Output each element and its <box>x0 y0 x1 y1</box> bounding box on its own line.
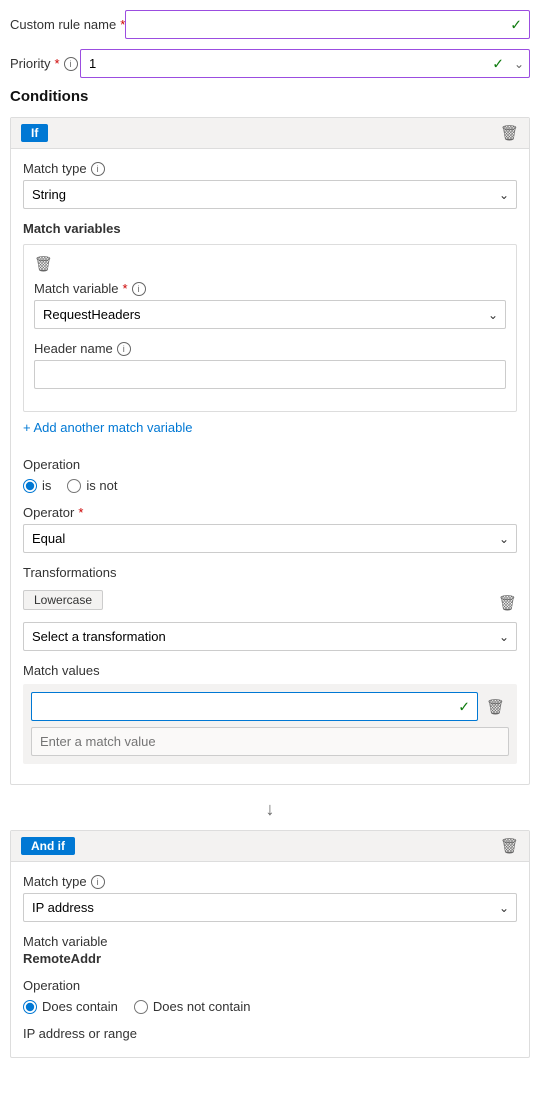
match-type-select-2[interactable]: IP address <box>23 893 517 922</box>
operation-is-not-radio[interactable] <box>67 479 81 493</box>
condition-body-2: Match type i IP address ⌄ Match variable… <box>11 862 529 1057</box>
match-type-dropdown-2[interactable]: IP address ⌄ <box>23 893 517 922</box>
transformation-select[interactable]: Select a transformation <box>23 622 517 651</box>
match-variables-label: Match variables <box>23 221 517 236</box>
transformation-chip-lowercase: Lowercase <box>23 590 103 610</box>
match-type-label: Match type i <box>23 161 517 176</box>
arrow-down-icon: ↓ <box>266 799 275 820</box>
condition-block-1: If 🗑 Match type i String ⌄ <box>10 117 530 785</box>
match-values-section: Match values restricted.xyz.com ✓ 🗑 <box>23 663 517 764</box>
operator-select[interactable]: Equal <box>23 524 517 553</box>
match-type-group-2: Match type i IP address ⌄ <box>23 874 517 922</box>
match-variable-required: * <box>123 281 128 296</box>
match-variable-dropdown[interactable]: RequestHeaders ⌄ <box>34 300 506 329</box>
match-variable-item-1: 🗑 Match variable * i RequestHead <box>23 244 517 412</box>
transformations-label: Transformations <box>23 565 116 580</box>
operation-label: Operation <box>23 457 517 472</box>
match-variables-section: Match variables 🗑 Match variable * i <box>23 221 517 449</box>
header-name-info-icon[interactable]: i <box>117 342 131 356</box>
match-values-label: Match values <box>23 663 517 678</box>
priority-row: Priority * i 1 ✓ ⌄ <box>10 49 530 78</box>
transformations-header: Transformations <box>23 565 517 584</box>
operation-does-not-contain-option[interactable]: Does not contain <box>134 999 251 1014</box>
custom-rule-name-row: Custom rule name * WhitelistRestrictedSi… <box>10 10 530 39</box>
operation-is-not-option[interactable]: is not <box>67 478 117 493</box>
custom-rule-name-input[interactable]: WhitelistRestrictedSite <box>125 10 530 39</box>
operation-section-2: Operation Does contain Does not contain <box>23 978 517 1014</box>
condition-tag-and-if: And if <box>21 837 75 855</box>
match-variable-static-value: RemoteAddr <box>23 951 517 966</box>
match-value-input-wrapper[interactable]: restricted.xyz.com ✓ <box>31 692 478 721</box>
operation-is-option[interactable]: is <box>23 478 51 493</box>
match-variable-group-2: Match variable RemoteAddr <box>23 934 517 966</box>
operation-radio-group: is is not <box>23 478 517 493</box>
operator-required: * <box>78 505 83 520</box>
conditions-section: Conditions If 🗑 Match type i String <box>10 88 530 1058</box>
condition-header-1: If 🗑 <box>11 118 529 149</box>
match-value-row-1: restricted.xyz.com ✓ 🗑 <box>31 692 509 721</box>
operation-label-2: Operation <box>23 978 517 993</box>
transformation-select-wrapper[interactable]: Select a transformation ⌄ <box>23 622 517 651</box>
match-type-info-icon-2[interactable]: i <box>91 875 105 889</box>
header-name-input[interactable]: Host <box>34 360 506 389</box>
operation-section: Operation is is not <box>23 457 517 493</box>
operator-dropdown[interactable]: Equal ⌄ <box>23 524 517 553</box>
check-icon: ✓ <box>510 16 522 33</box>
priority-label: Priority * i <box>10 56 80 71</box>
condition-block-2: And if 🗑 Match type i IP address ⌄ <box>10 830 530 1058</box>
operation-does-not-contain-radio[interactable] <box>134 1000 148 1014</box>
custom-rule-name-label: Custom rule name * <box>10 17 125 32</box>
match-variable-select[interactable]: RequestHeaders <box>34 300 506 329</box>
header-name-group: Header name i Host <box>34 341 506 389</box>
operation-does-contain-label: Does contain <box>42 999 118 1014</box>
ip-address-label: IP address or range <box>23 1026 517 1041</box>
transformations-section: Transformations Lowercase 🗑 Select a tra… <box>23 565 517 651</box>
priority-info-icon[interactable]: i <box>64 57 78 71</box>
operation-does-contain-option[interactable]: Does contain <box>23 999 118 1014</box>
operation-is-radio[interactable] <box>23 479 37 493</box>
match-type-group: Match type i String ⌄ <box>23 161 517 209</box>
match-type-select[interactable]: String <box>23 180 517 209</box>
custom-rule-name-field[interactable]: WhitelistRestrictedSite ✓ <box>125 10 530 39</box>
required-star-priority: * <box>54 56 59 71</box>
operator-group: Operator * Equal ⌄ <box>23 505 517 553</box>
match-type-label-2: Match type i <box>23 874 517 889</box>
connector-arrow: ↓ <box>10 789 530 830</box>
add-match-variable-link[interactable]: + Add another match variable <box>23 420 192 435</box>
match-variable-label: Match variable * i <box>34 281 506 296</box>
operation-radio-group-2: Does contain Does not contain <box>23 999 517 1014</box>
match-value-delete-icon[interactable]: 🗑 <box>482 694 509 720</box>
operation-is-label: is <box>42 478 51 493</box>
priority-field[interactable]: 1 ✓ ⌄ <box>80 49 530 78</box>
enter-match-value-input[interactable] <box>31 727 509 756</box>
condition-delete-icon-1[interactable]: 🗑 <box>500 124 519 142</box>
condition-header-2: And if 🗑 <box>11 831 529 862</box>
match-variable-trash-row: 🗑 <box>34 255 506 273</box>
condition-delete-icon-2[interactable]: 🗑 <box>500 837 519 855</box>
transformation-delete-icon[interactable]: 🗑 <box>498 594 517 612</box>
conditions-title: Conditions <box>10 88 530 105</box>
match-variable-static-label: Match variable <box>23 934 517 949</box>
operation-does-not-contain-label: Does not contain <box>153 999 251 1014</box>
condition-tag-if: If <box>21 124 48 142</box>
match-value-input-1[interactable]: restricted.xyz.com <box>31 692 478 721</box>
match-type-dropdown[interactable]: String ⌄ <box>23 180 517 209</box>
condition-body-1: Match type i String ⌄ Match variables <box>11 149 529 784</box>
operation-does-contain-radio[interactable] <box>23 1000 37 1014</box>
match-variable-info-icon[interactable]: i <box>132 282 146 296</box>
operation-is-not-label: is not <box>86 478 117 493</box>
match-type-info-icon[interactable]: i <box>91 162 105 176</box>
operator-label: Operator * <box>23 505 517 520</box>
match-variable-delete-icon[interactable]: 🗑 <box>34 255 53 273</box>
header-name-label: Header name i <box>34 341 506 356</box>
priority-select[interactable]: 1 <box>80 49 530 78</box>
match-variable-group: Match variable * i RequestHeaders ⌄ <box>34 281 506 329</box>
